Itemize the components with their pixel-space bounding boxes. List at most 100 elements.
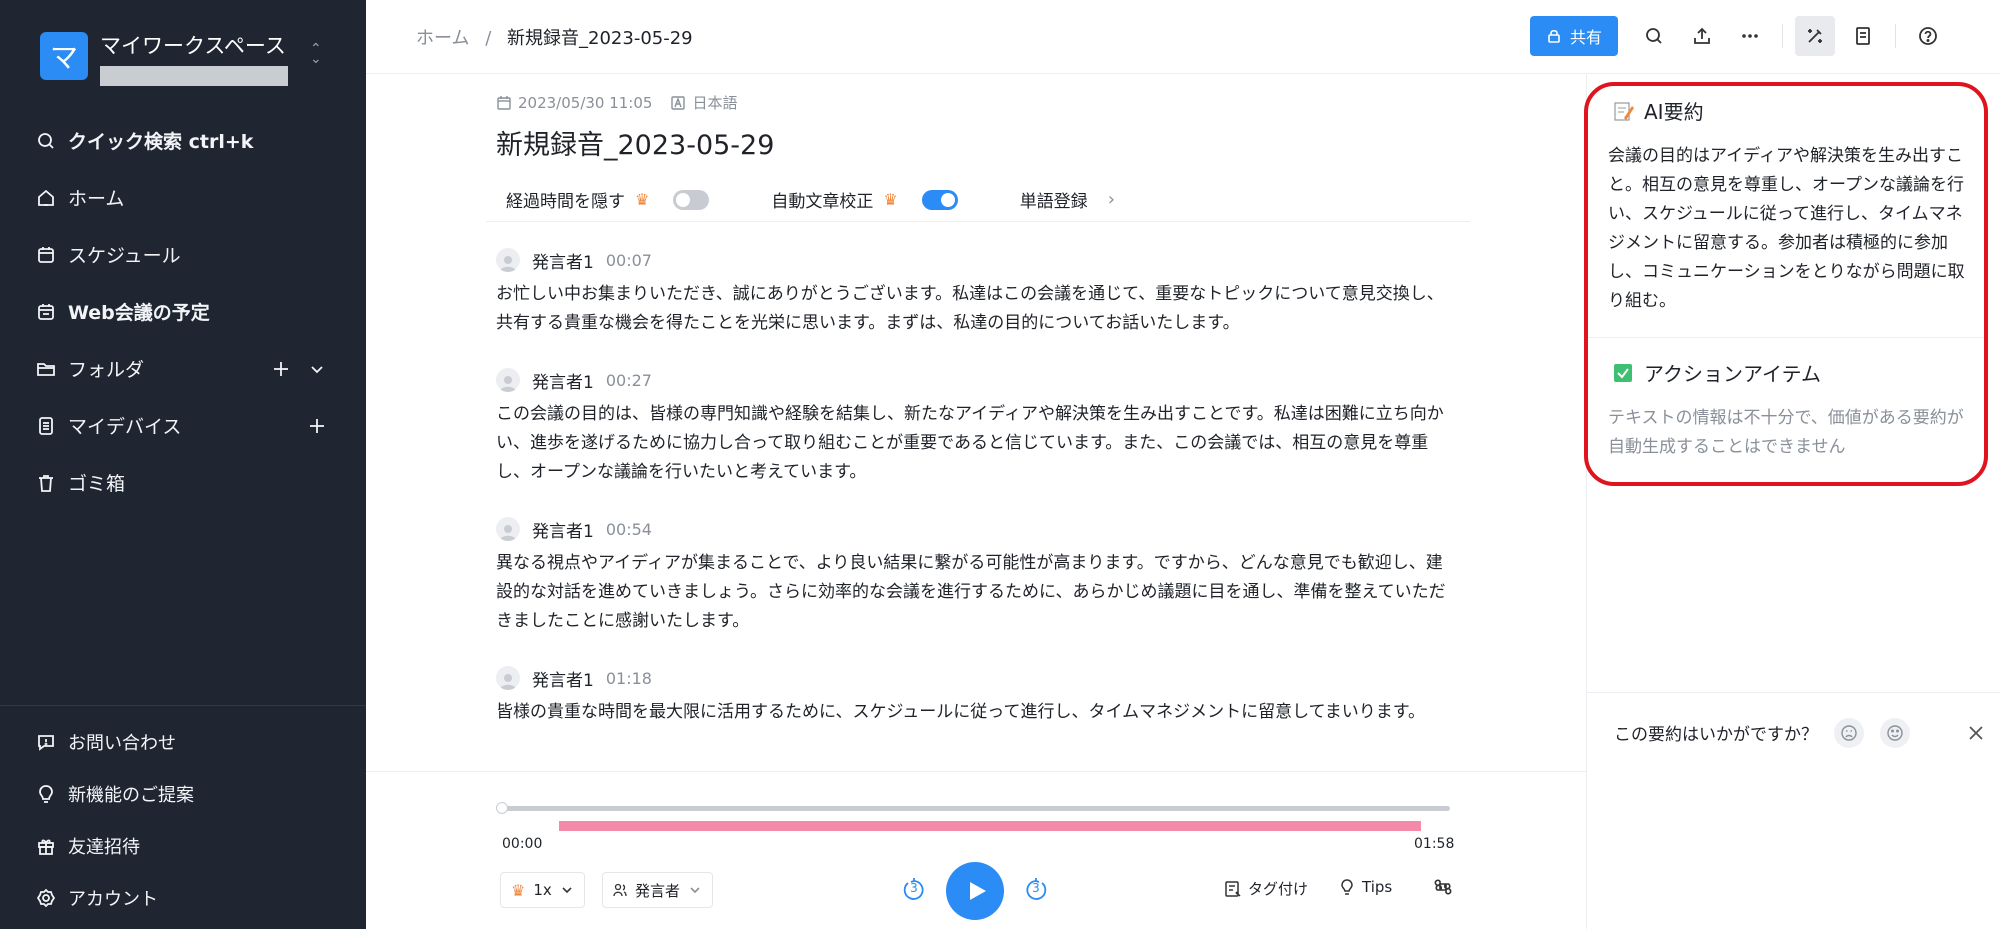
header-toolbar: 共有	[1529, 16, 1948, 56]
transcript-segment[interactable]: 発言者1 01:18 皆様の貴重な時間を最大限に活用するために、スケジュールに従…	[486, 662, 1466, 727]
segment-time[interactable]: 00:07	[606, 251, 652, 270]
sidebar: マ マイワークスペース ⌃ ⌄ クイック検索 ctrl+k ホーム スケジュール …	[0, 0, 366, 929]
like-emoji-button[interactable]	[1880, 717, 1910, 748]
transcript-list: 発言者1 00:07 お忙しい中お集まりいただき、誠にありがとうございます。私達…	[486, 244, 1466, 774]
smile-face-icon	[1887, 724, 1903, 741]
more-icon	[1742, 34, 1758, 38]
transcript-document: 2023/05/30 11:05 日本語 新規録音_2023-05-29 経過時…	[486, 92, 1470, 774]
tips-label: Tips	[1362, 878, 1393, 896]
calendar-time-icon	[497, 95, 511, 110]
sidebar-item-web-meeting[interactable]: Web会議の予定	[0, 283, 366, 340]
dislike-emoji-button[interactable]	[1834, 717, 1864, 748]
breadcrumb-home[interactable]: ホーム	[416, 28, 469, 49]
ai-summary-toggle-button[interactable]	[1795, 16, 1835, 56]
transcript-segment[interactable]: 発言者1 00:27 この会議の目的は、皆様の専門知識や経験を結集し、新たなアイ…	[486, 364, 1466, 487]
command-key-icon	[1434, 879, 1452, 895]
speed-selector[interactable]: ♛ 1x	[500, 872, 585, 908]
premium-crown-icon: ♛	[883, 190, 898, 209]
word-register-link[interactable]: 単語登録 ›	[1020, 187, 1115, 212]
auto-proofread-label: 自動文章校正	[771, 192, 874, 212]
add-folder-icon[interactable]	[272, 360, 290, 378]
shortcuts-button[interactable]	[1434, 878, 1452, 896]
playback-track[interactable]	[500, 806, 1450, 811]
segment-time[interactable]: 00:27	[606, 371, 652, 390]
close-icon[interactable]	[1964, 721, 1988, 745]
sidebar-item-label: ホーム	[68, 188, 125, 210]
auto-proofread-toggle[interactable]	[921, 189, 958, 210]
sidebar-item-label: マイデバイス	[68, 416, 182, 438]
calendar-icon	[36, 245, 56, 265]
document-icon	[1856, 27, 1870, 45]
speaker-avatar	[496, 517, 520, 541]
document-meta: 2023/05/30 11:05 日本語	[496, 92, 1470, 113]
sidebar-item-folder[interactable]: フォルダ	[0, 340, 366, 397]
sidebar-bottom: お問い合わせ 新機能のご提案 友達招待 アカウント	[0, 705, 366, 924]
speaker-name[interactable]: 発言者1	[532, 248, 594, 273]
sidebar-item-invite[interactable]: 友達招待	[0, 820, 366, 872]
speaker-name[interactable]: 発言者1	[532, 368, 594, 393]
skip-forward-seconds: 3	[1032, 881, 1040, 895]
segment-text[interactable]: お忙しい中お集まりいただき、誠にありがとうございます。私達はこの会議を通じて、重…	[496, 280, 1456, 338]
segment-time[interactable]: 00:54	[606, 520, 652, 539]
sidebar-item-my-device[interactable]: マイデバイス	[0, 397, 366, 454]
sidebar-item-label: アカウント	[68, 889, 158, 910]
premium-crown-icon: ♛	[511, 880, 526, 900]
language-icon	[671, 95, 686, 110]
workspace-switcher[interactable]: マ マイワークスペース	[40, 32, 288, 86]
workspace-account-redacted	[100, 66, 288, 86]
playback-knob[interactable]	[496, 802, 508, 814]
sidebar-item-label: フォルダ	[68, 359, 145, 381]
workspace-switch-icon[interactable]: ⌃ ⌄	[310, 42, 322, 66]
sidebar-item-account[interactable]: アカウント	[0, 872, 366, 924]
notes-button[interactable]	[1843, 16, 1883, 56]
speaker-name[interactable]: 発言者1	[532, 666, 594, 691]
transcript-segment[interactable]: 発言者1 00:07 お忙しい中お集まりいただき、誠にありがとうございます。私達…	[486, 244, 1466, 338]
language-selector[interactable]: 日本語	[670, 92, 737, 113]
speaker-avatar	[496, 666, 520, 690]
sidebar-item-contact[interactable]: お問い合わせ	[0, 716, 366, 768]
play-button[interactable]	[946, 862, 1004, 920]
speaker-filter[interactable]: 発言者	[602, 872, 714, 908]
workspace-name: マイワークスペース	[100, 34, 286, 58]
transcript-segment[interactable]: 発言者1 00:54 異なる視点やアイディアが集まることで、より良い結果に繋がる…	[486, 513, 1466, 636]
breadcrumb: ホーム / 新規録音_2023-05-29	[416, 24, 693, 50]
sidebar-item-trash[interactable]: ゴミ箱	[0, 454, 366, 511]
tag-icon	[1225, 880, 1241, 897]
sidebar-item-quick-search[interactable]: クイック検索 ctrl+k	[0, 112, 366, 169]
segment-text[interactable]: 皆様の貴重な時間を最大限に活用するために、スケジュールに従って進行し、タイムマネ…	[496, 698, 1456, 727]
folder-icon	[36, 359, 56, 379]
home-icon	[36, 188, 56, 208]
add-device-icon[interactable]	[308, 417, 326, 435]
search-button[interactable]	[1634, 16, 1674, 56]
tag-button[interactable]: タグ付け	[1224, 878, 1308, 899]
sidebar-item-home[interactable]: ホーム	[0, 169, 366, 226]
export-button[interactable]	[1682, 16, 1722, 56]
player-controls: ♛ 1x 発言者 3 3 タグ付け Tips	[500, 862, 1452, 920]
auto-proofread-option: 自動文章校正 ♛	[771, 187, 958, 212]
toolbar-divider	[1895, 24, 1896, 48]
play-icon	[970, 882, 986, 900]
speaker-name[interactable]: 発言者1	[532, 517, 594, 542]
frown-face-icon	[1841, 724, 1857, 741]
segment-time[interactable]: 01:18	[606, 669, 652, 688]
share-label: 共有	[1569, 28, 1602, 47]
chevron-down-icon[interactable]	[308, 360, 326, 378]
search-refresh-icon	[1646, 28, 1662, 44]
sidebar-item-schedule[interactable]: スケジュール	[0, 226, 366, 283]
help-button[interactable]	[1908, 16, 1948, 56]
speaker-filter-label: 発言者	[635, 881, 681, 900]
share-button[interactable]: 共有	[1529, 16, 1618, 56]
trash-icon	[36, 473, 56, 493]
skip-back-seconds: 3	[910, 881, 918, 895]
segment-text[interactable]: 異なる視点やアイディアが集まることで、より良い結果に繋がる可能性が高まります。で…	[496, 549, 1456, 636]
tag-label: タグ付け	[1248, 880, 1309, 898]
sidebar-item-feature-request[interactable]: 新機能のご提案	[0, 768, 366, 820]
hide-time-label: 経過時間を隠す	[506, 192, 625, 212]
hide-time-toggle[interactable]	[673, 189, 710, 210]
document-title[interactable]: 新規録音_2023-05-29	[496, 123, 1470, 162]
speaker-timeline-bar[interactable]	[559, 821, 1421, 831]
more-button[interactable]	[1730, 16, 1770, 56]
hide-time-option: 経過時間を隠す ♛	[506, 187, 710, 212]
segment-text[interactable]: この会議の目的は、皆様の専門知識や経験を結集し、新たなアイディアや解決策を生み出…	[496, 400, 1456, 487]
tips-button[interactable]: Tips	[1338, 878, 1392, 896]
